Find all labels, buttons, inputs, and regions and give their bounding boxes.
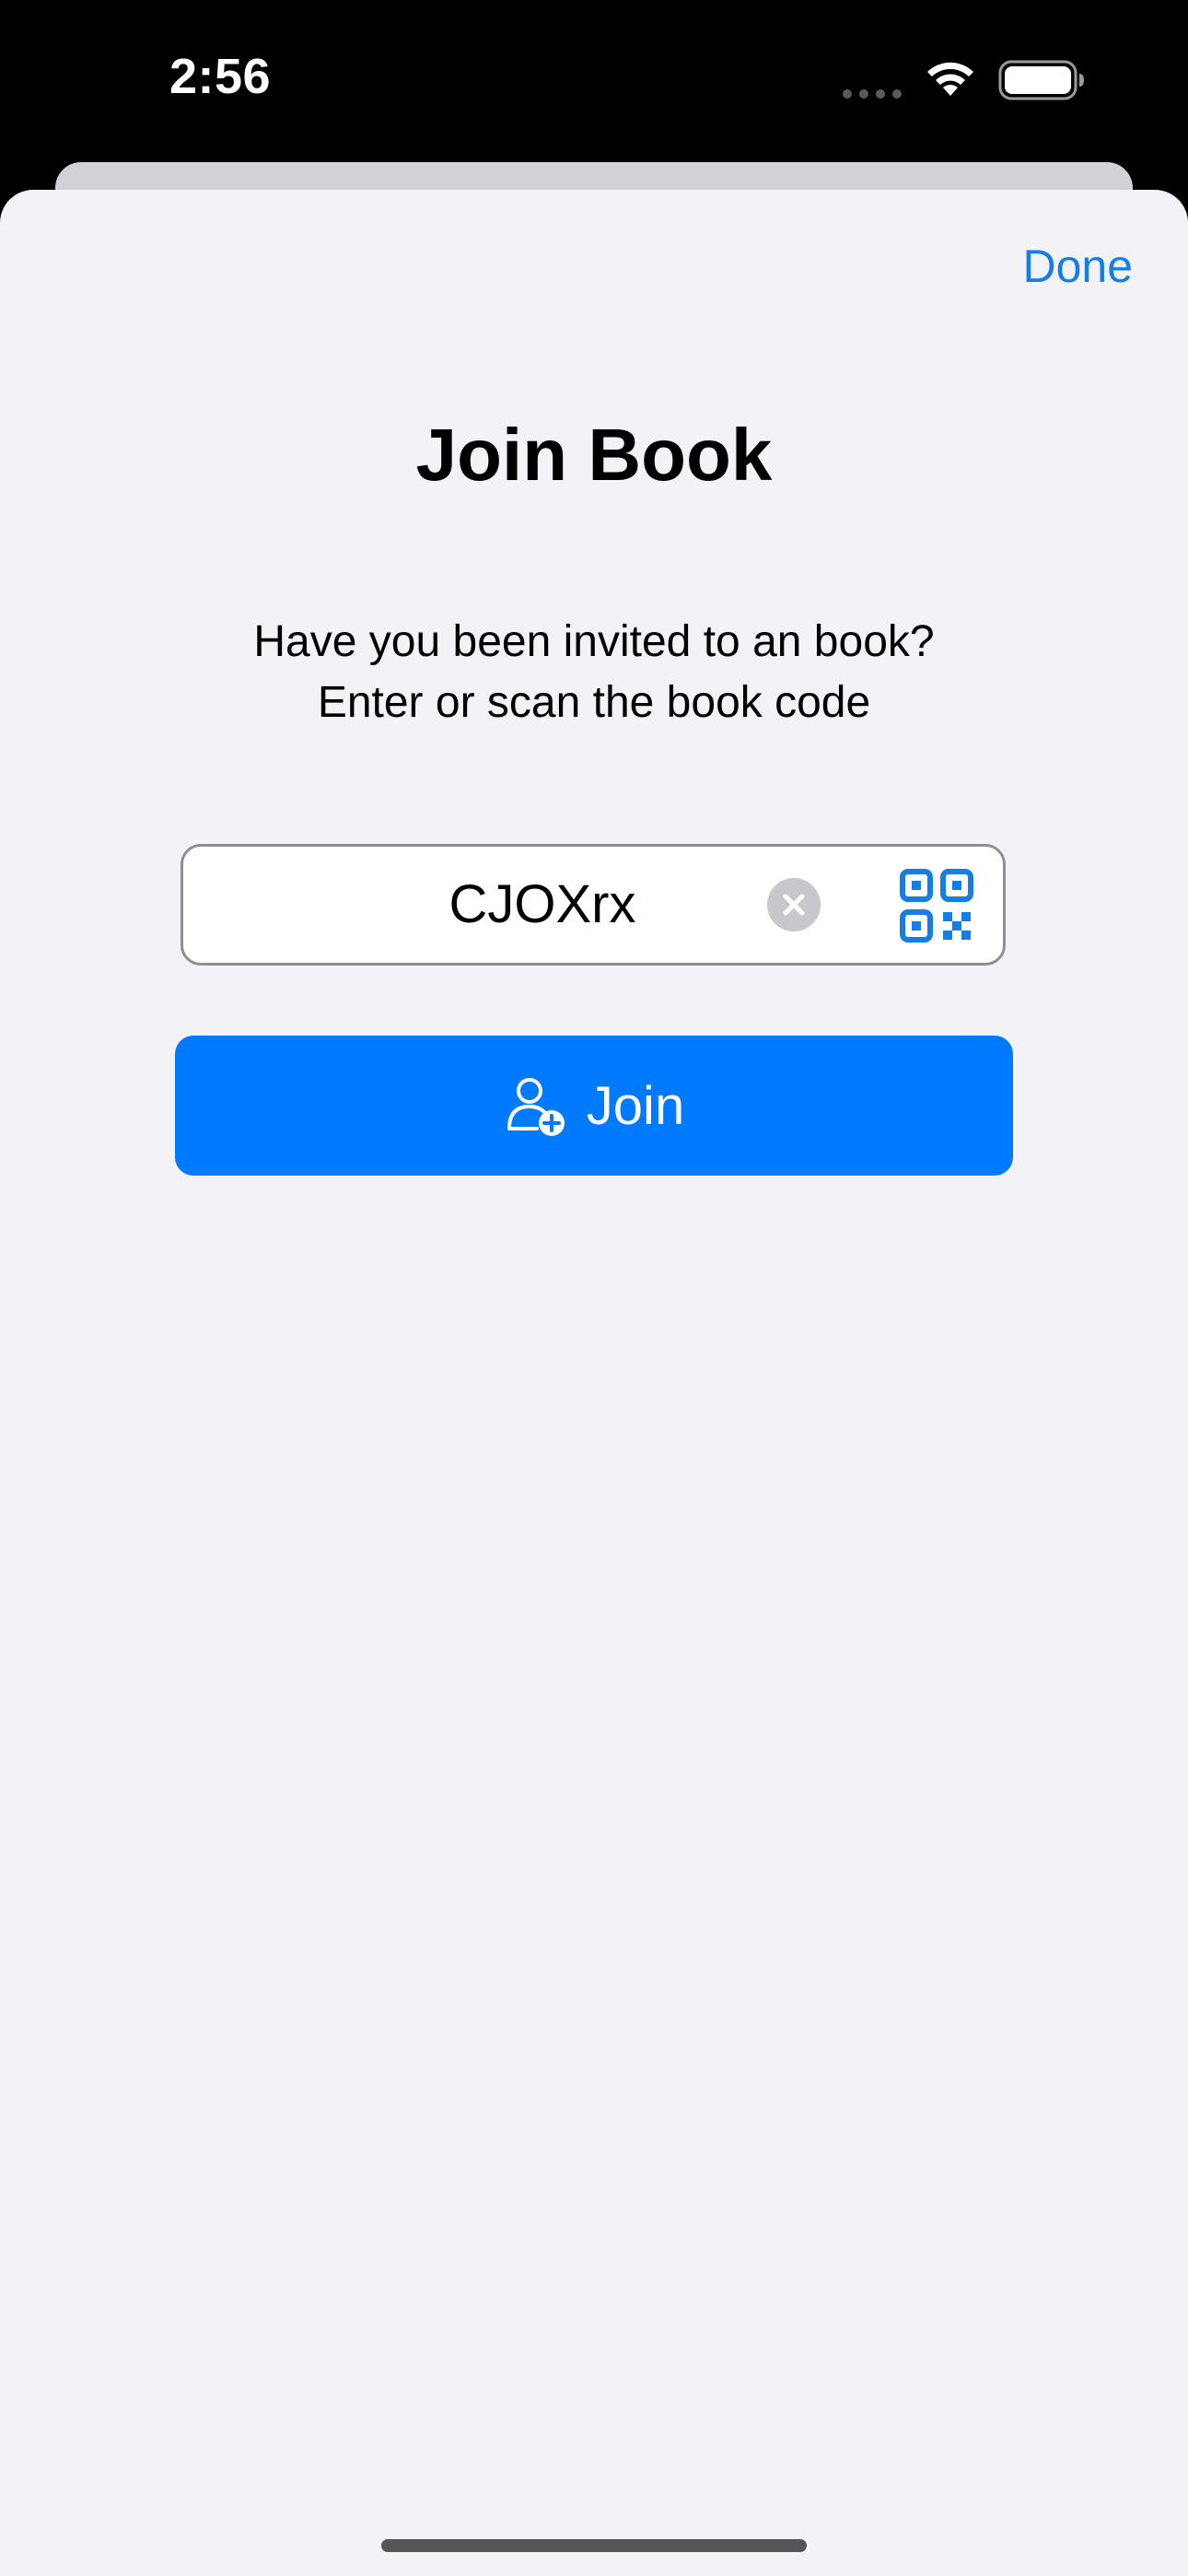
book-code-field <box>181 844 1006 966</box>
clear-icon[interactable] <box>767 878 821 931</box>
qr-code-icon[interactable] <box>900 869 973 943</box>
page-title: Join Book <box>415 414 773 496</box>
join-button[interactable]: Join <box>175 1036 1013 1176</box>
join-button-label: Join <box>586 1075 685 1136</box>
instructions-text: Have you been invited to an book? Enter … <box>0 612 1188 733</box>
battery-icon <box>998 60 1084 100</box>
instructions-line-2: Enter or scan the book code <box>317 678 871 727</box>
done-button[interactable]: Done <box>1022 240 1133 293</box>
person-add-icon <box>507 1078 565 1136</box>
wifi-icon <box>927 62 973 96</box>
status-bar: 2:56 <box>0 0 1188 166</box>
book-code-input[interactable] <box>183 847 782 963</box>
status-time: 2:56 <box>169 49 272 104</box>
join-book-sheet: Done Join Book Have you been invited to … <box>0 190 1188 2576</box>
instructions-line-1: Have you been invited to an book? <box>253 617 935 666</box>
home-indicator[interactable] <box>381 2539 807 2552</box>
cellular-signal-icon <box>843 89 902 99</box>
screen: 2:56 Done Join Book Have you been invite… <box>0 0 1188 2576</box>
